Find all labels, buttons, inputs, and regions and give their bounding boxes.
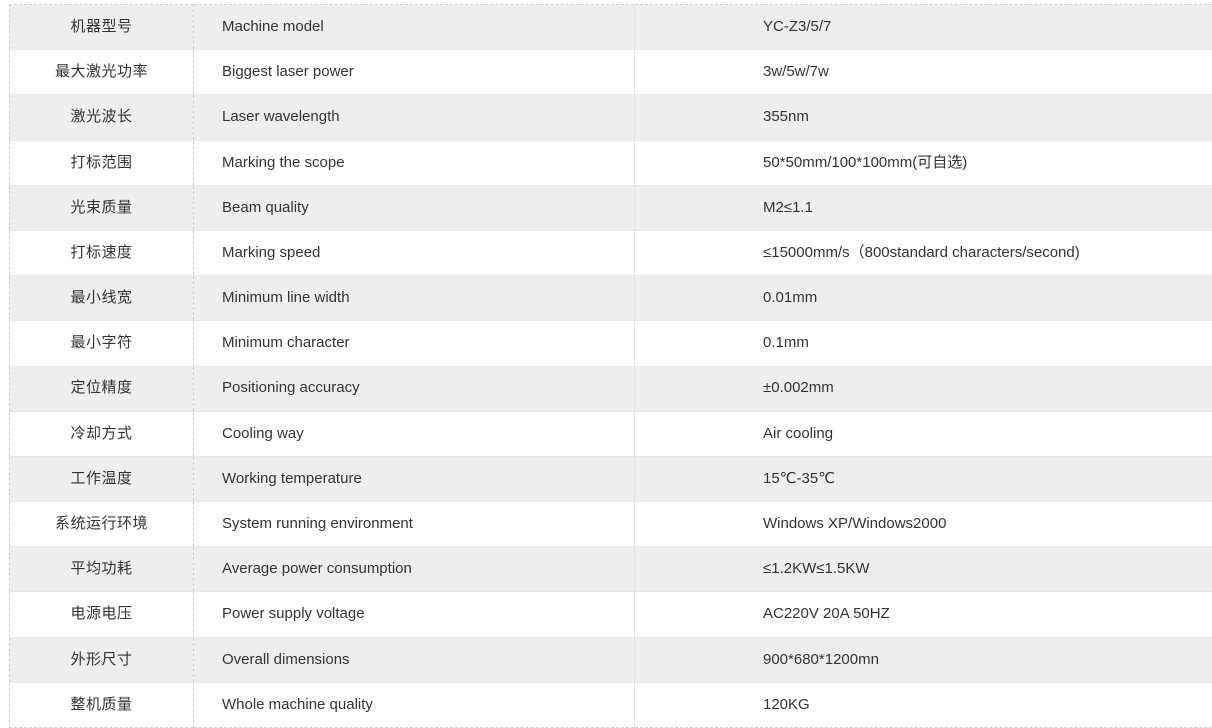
table-row: 冷却方式Cooling wayAir cooling [10, 411, 1212, 456]
spec-value: ≤15000mm/s（800standard characters/second… [635, 230, 1212, 275]
spec-label-cn: 定位精度 [10, 366, 194, 411]
spec-value: 355nm [635, 95, 1212, 140]
specifications-table-body: 机器型号Machine modelYC-Z3/5/7最大激光功率Biggest … [10, 5, 1212, 728]
spec-value: Air cooling [635, 411, 1212, 456]
spec-label-cn: 电源电压 [10, 592, 194, 637]
spec-label-cn: 工作温度 [10, 456, 194, 501]
spec-value: AC220V 20A 50HZ [635, 592, 1212, 637]
spec-label-en: Minimum character [194, 321, 635, 366]
spec-label-en: Working temperature [194, 456, 635, 501]
spec-value: 0.01mm [635, 276, 1212, 321]
spec-label-en: Power supply voltage [194, 592, 635, 637]
spec-label-en: Overall dimensions [194, 637, 635, 682]
spec-label-cn: 激光波长 [10, 95, 194, 140]
spec-label-en: Beam quality [194, 185, 635, 230]
spec-label-en: Marking speed [194, 230, 635, 275]
spec-label-en: Cooling way [194, 411, 635, 456]
spec-value: 0.1mm [635, 321, 1212, 366]
spec-label-cn: 整机质量 [10, 682, 194, 727]
spec-label-en: Average power consumption [194, 547, 635, 592]
spec-label-en: Whole machine quality [194, 682, 635, 727]
spec-label-cn: 最大激光功率 [10, 50, 194, 95]
table-row: 最小字符Minimum character0.1mm [10, 321, 1212, 366]
table-row: 平均功耗Average power consumption≤1.2KW≤1.5K… [10, 547, 1212, 592]
spec-value: M2≤1.1 [635, 185, 1212, 230]
spec-value: ±0.002mm [635, 366, 1212, 411]
spec-label-cn: 冷却方式 [10, 411, 194, 456]
table-row: 系统运行环境System running environmentWindows … [10, 502, 1212, 547]
table-row: 工作温度Working temperature15℃-35℃ [10, 456, 1212, 501]
table-row: 激光波长Laser wavelength355nm [10, 95, 1212, 140]
spec-label-en: Laser wavelength [194, 95, 635, 140]
spec-label-en: System running environment [194, 502, 635, 547]
spec-value: ≤1.2KW≤1.5KW [635, 547, 1212, 592]
spec-value: 15℃-35℃ [635, 456, 1212, 501]
spec-value: YC-Z3/5/7 [635, 5, 1212, 50]
spec-label-cn: 光束质量 [10, 185, 194, 230]
spec-label-cn: 平均功耗 [10, 547, 194, 592]
spec-label-cn: 最小线宽 [10, 276, 194, 321]
table-row: 最大激光功率Biggest laser power3w/5w/7w [10, 50, 1212, 95]
table-row: 打标速度Marking speed≤15000mm/s（800standard … [10, 230, 1212, 275]
table-row: 整机质量 Whole machine quality120KG [10, 682, 1212, 727]
table-row: 打标范围Marking the scope50*50mm/100*100mm(可… [10, 140, 1212, 185]
spec-value: Windows XP/Windows2000 [635, 502, 1212, 547]
spec-label-en: Machine model [194, 5, 635, 50]
specifications-table: 机器型号Machine modelYC-Z3/5/7最大激光功率Biggest … [9, 4, 1212, 728]
spec-label-cn: 机器型号 [10, 5, 194, 50]
spec-label-cn: 打标速度 [10, 230, 194, 275]
spec-label-en: Marking the scope [194, 140, 635, 185]
spec-label-en: Minimum line width [194, 276, 635, 321]
table-row: 最小线宽Minimum line width0.01mm [10, 276, 1212, 321]
spec-label-en: Biggest laser power [194, 50, 635, 95]
spec-value: 50*50mm/100*100mm(可自选) [635, 140, 1212, 185]
spec-label-cn: 打标范围 [10, 140, 194, 185]
table-row: 光束质量Beam qualityM2≤1.1 [10, 185, 1212, 230]
spec-value: 3w/5w/7w [635, 50, 1212, 95]
table-row: 外形尺寸Overall dimensions900*680*1200mn [10, 637, 1212, 682]
spec-label-cn: 最小字符 [10, 321, 194, 366]
table-row: 定位精度Positioning accuracy±0.002mm [10, 366, 1212, 411]
table-row: 电源电压Power supply voltageAC220V 20A 50HZ [10, 592, 1212, 637]
table-row: 机器型号Machine modelYC-Z3/5/7 [10, 5, 1212, 50]
spec-value: 900*680*1200mn [635, 637, 1212, 682]
spec-label-cn: 系统运行环境 [10, 502, 194, 547]
spec-label-en: Positioning accuracy [194, 366, 635, 411]
spec-value: 120KG [635, 682, 1212, 727]
spec-label-cn: 外形尺寸 [10, 637, 194, 682]
